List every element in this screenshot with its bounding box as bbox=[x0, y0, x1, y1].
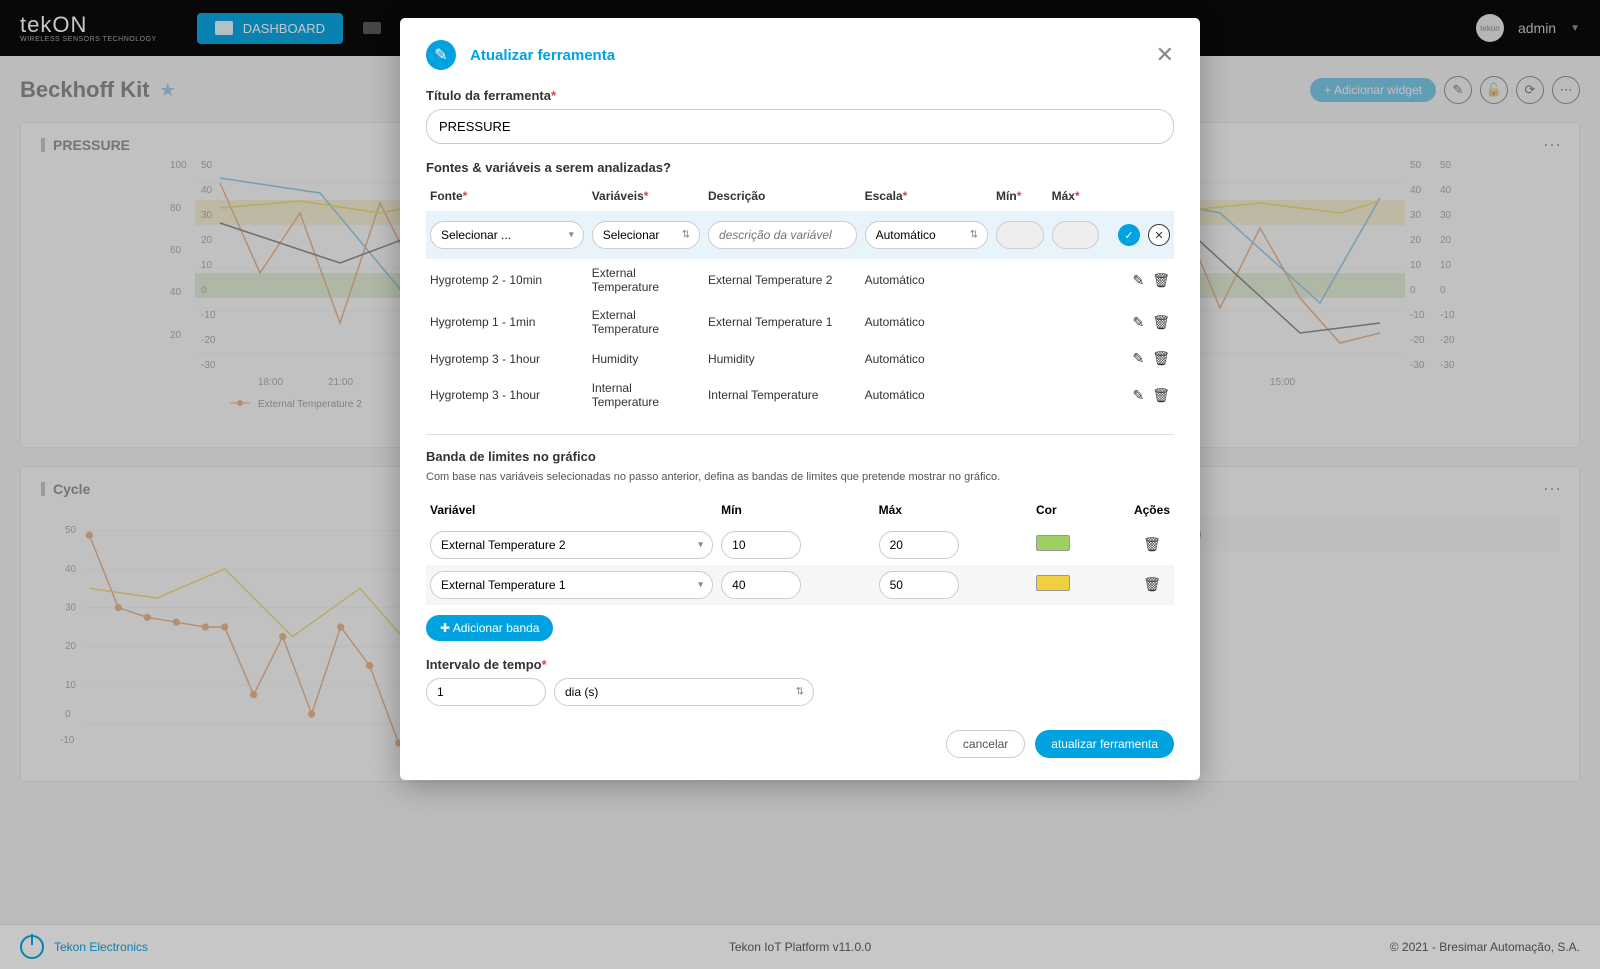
trash-icon[interactable]: 🗑 bbox=[1152, 387, 1170, 404]
interval-value-input[interactable] bbox=[426, 678, 546, 706]
submit-button[interactable]: atualizar ferramenta bbox=[1035, 730, 1174, 758]
sources-table: Fonte* Variáveis* Descrição Escala* Mín*… bbox=[426, 181, 1174, 416]
add-band-button[interactable]: ✚ Adicionar banda bbox=[426, 615, 553, 641]
band-variavel-select[interactable]: External Temperature 1 bbox=[430, 571, 713, 599]
min-input[interactable] bbox=[996, 221, 1044, 249]
close-icon[interactable]: ✕ bbox=[1156, 42, 1174, 68]
source-row: Hygrotemp 3 - 1hourInternal TemperatureI… bbox=[426, 374, 1174, 416]
source-row: Hygrotemp 2 - 10minExternal TemperatureE… bbox=[426, 259, 1174, 301]
titulo-input[interactable] bbox=[426, 109, 1174, 144]
update-tool-modal: ✎ Atualizar ferramenta ✕ Título da ferra… bbox=[400, 18, 1200, 780]
label-fontes: Fontes & variáveis a serem analizadas? bbox=[426, 160, 1174, 175]
escala-select[interactable]: Automático bbox=[865, 221, 988, 249]
source-row-editing: Selecionar ... Selecionar Automático ✓ ✕ bbox=[426, 211, 1174, 259]
band-min-input[interactable] bbox=[721, 531, 801, 559]
bands-table: Variável Mín Máx Cor Ações External Temp… bbox=[426, 495, 1174, 605]
band-min-input[interactable] bbox=[721, 571, 801, 599]
trash-icon[interactable]: 🗑 bbox=[1152, 272, 1170, 289]
band-max-input[interactable] bbox=[879, 531, 959, 559]
band-row: External Temperature 1 🗑 bbox=[426, 565, 1174, 605]
band-row: External Temperature 2 🗑 bbox=[426, 525, 1174, 565]
trash-icon[interactable]: 🗑 bbox=[1152, 314, 1170, 331]
color-swatch[interactable] bbox=[1036, 535, 1070, 551]
band-max-input[interactable] bbox=[879, 571, 959, 599]
pencil-icon: ✎ bbox=[426, 40, 456, 70]
fonte-select[interactable]: Selecionar ... bbox=[430, 221, 584, 249]
label-interval: Intervalo de tempo* bbox=[426, 657, 1174, 672]
max-input[interactable] bbox=[1052, 221, 1100, 249]
label-titulo: Título da ferramenta* bbox=[426, 88, 1174, 103]
bands-help: Com base nas variáveis selecionadas no p… bbox=[426, 470, 1174, 485]
trash-icon[interactable]: 🗑 bbox=[1152, 350, 1170, 367]
trash-icon[interactable]: 🗑 bbox=[1143, 536, 1161, 553]
trash-icon[interactable]: 🗑 bbox=[1143, 576, 1161, 593]
variavel-select[interactable]: Selecionar bbox=[592, 221, 700, 249]
interval-unit-select[interactable]: dia (s) bbox=[554, 678, 814, 706]
modal-title: Atualizar ferramenta bbox=[470, 47, 615, 64]
band-variavel-select[interactable]: External Temperature 2 bbox=[430, 531, 713, 559]
edit-icon[interactable]: ✎ bbox=[1132, 350, 1144, 367]
confirm-row-button[interactable]: ✓ bbox=[1118, 224, 1140, 246]
source-row: Hygrotemp 1 - 1minExternal TemperatureEx… bbox=[426, 301, 1174, 343]
edit-icon[interactable]: ✎ bbox=[1132, 387, 1144, 404]
edit-icon[interactable]: ✎ bbox=[1132, 314, 1144, 331]
edit-icon[interactable]: ✎ bbox=[1132, 272, 1144, 289]
cancel-button[interactable]: cancelar bbox=[946, 730, 1025, 758]
label-bands: Banda de limites no gráfico bbox=[426, 449, 1174, 464]
cancel-row-button[interactable]: ✕ bbox=[1148, 224, 1170, 246]
descricao-input[interactable] bbox=[708, 221, 857, 249]
source-row: Hygrotemp 3 - 1hourHumidityHumidityAutom… bbox=[426, 343, 1174, 374]
color-swatch[interactable] bbox=[1036, 575, 1070, 591]
